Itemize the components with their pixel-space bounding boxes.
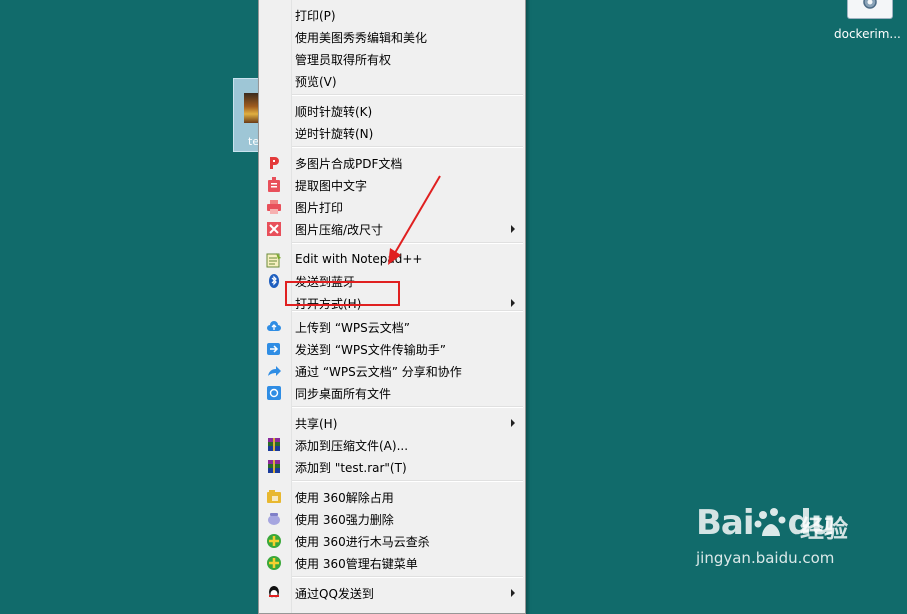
menu-item-label: 使用 360管理右键菜单 (295, 557, 418, 571)
annotation-highlight-box (285, 281, 400, 306)
menu-item-upload-wps-cloud[interactable]: 上传到 “WPS云文档” (261, 316, 523, 338)
baidu-jingyan-watermark: Bai du 经验 jingyan.baidu.com (696, 495, 896, 585)
menu-item-add-to-test-rar[interactable]: 添加到 "test.rar"(T) (261, 456, 523, 478)
menu-item-preview[interactable]: 预览(V) (261, 70, 523, 92)
menu-item-360-trojan-scan[interactable]: 使用 360进行木马云查杀 (261, 530, 523, 552)
watermark-cn: 经验 (800, 515, 848, 543)
unlock-360-icon (266, 489, 282, 505)
winrar-icon (266, 459, 282, 475)
menu-item-label: 逆时针旋转(N) (295, 127, 374, 141)
baidu-paw-icon (754, 506, 788, 536)
menu-item-rotate-clockwise[interactable]: 顺时针旋转(K) (261, 100, 523, 122)
menu-item-label: 使用 360强力删除 (295, 513, 394, 527)
sync-icon (266, 385, 282, 401)
menu-item-label: 共享(H) (295, 417, 338, 431)
menu-separator (292, 146, 523, 148)
menu-item-share-wps-cloud[interactable]: 通过 “WPS云文档” 分享和协作 (261, 360, 523, 382)
menu-item-label: 管理员取得所有权 (295, 53, 392, 67)
menu-separator (292, 310, 523, 312)
menu-item-label: 提取图中文字 (295, 179, 368, 193)
submenu-arrow-icon (511, 419, 515, 427)
menu-item-360-manage-menu[interactable]: 使用 360管理右键菜单 (261, 552, 523, 574)
menu-item-label: 同步桌面所有文件 (295, 387, 392, 401)
menu-separator (292, 406, 523, 408)
docker-settings-icon[interactable] (847, 0, 893, 19)
menu-item-label: 打印(P) (295, 9, 336, 23)
menu-item-label: 上传到 “WPS云文档” (295, 321, 410, 335)
menu-item-print[interactable]: 打印(P) (261, 4, 523, 26)
menu-360-icon (266, 555, 282, 571)
wps-ocr-icon (266, 177, 282, 193)
menu-item-send-wps-transfer[interactable]: 发送到 “WPS文件传输助手” (261, 338, 523, 360)
menu-item-rotate-counterclockwise[interactable]: 逆时针旋转(N) (261, 122, 523, 144)
menu-item-360-unlock[interactable]: 使用 360解除占用 (261, 486, 523, 508)
wps-pdf-icon (266, 155, 282, 171)
menu-item-meitu-edit[interactable]: 使用美图秀秀编辑和美化 (261, 26, 523, 48)
scan-360-icon (266, 533, 282, 549)
menu-item-label: 添加到压缩文件(A)... (295, 439, 409, 453)
wps-compress-icon (266, 221, 282, 237)
menu-item-label: 图片压缩/改尺寸 (295, 223, 384, 237)
watermark-url: jingyan.baidu.com (696, 549, 835, 567)
menu-item-label: 发送到 “WPS文件传输助手” (295, 343, 446, 357)
winrar-icon (266, 437, 282, 453)
annotation-arrow-icon (388, 175, 441, 265)
menu-separator (292, 576, 523, 578)
menu-item-send-via-qq[interactable]: 通过QQ发送到 (261, 582, 523, 604)
cloud-upload-icon (266, 319, 282, 335)
menu-item-label: 预览(V) (295, 75, 337, 89)
qq-icon (266, 585, 282, 601)
menu-item-sync-desktop[interactable]: 同步桌面所有文件 (261, 382, 523, 404)
menu-separator (292, 480, 523, 482)
submenu-arrow-icon (511, 299, 515, 307)
menu-item-360-force-delete[interactable]: 使用 360强力删除 (261, 508, 523, 530)
menu-item-label: 图片打印 (295, 201, 344, 215)
share-icon (266, 363, 282, 379)
desktop-file-docker-label[interactable]: dockerim... (834, 27, 907, 41)
submenu-arrow-icon (511, 225, 515, 233)
menu-item-label: 使用 360进行木马云查杀 (295, 535, 430, 549)
menu-item-share[interactable]: 共享(H) (261, 412, 523, 434)
wps-print-icon (266, 199, 282, 215)
menu-item-add-to-archive[interactable]: 添加到压缩文件(A)... (261, 434, 523, 456)
menu-item-label: 使用 360解除占用 (295, 491, 394, 505)
send-arrow-icon (266, 341, 282, 357)
menu-item-take-ownership[interactable]: 管理员取得所有权 (261, 48, 523, 70)
notepad-icon (266, 252, 282, 268)
menu-separator (292, 94, 523, 96)
bluetooth-icon (266, 273, 282, 289)
menu-item-label: 通过 “WPS云文档” 分享和协作 (295, 365, 462, 379)
delete-360-icon (266, 511, 282, 527)
menu-item-label: 添加到 "test.rar"(T) (295, 461, 407, 475)
menu-item-label: 顺时针旋转(K) (295, 105, 373, 119)
menu-item-label: 使用美图秀秀编辑和美化 (295, 31, 428, 45)
submenu-arrow-icon (511, 589, 515, 597)
context-menu: 打印(P) 使用美图秀秀编辑和美化 管理员取得所有权 预览(V) 顺时针旋转(K… (258, 0, 526, 614)
